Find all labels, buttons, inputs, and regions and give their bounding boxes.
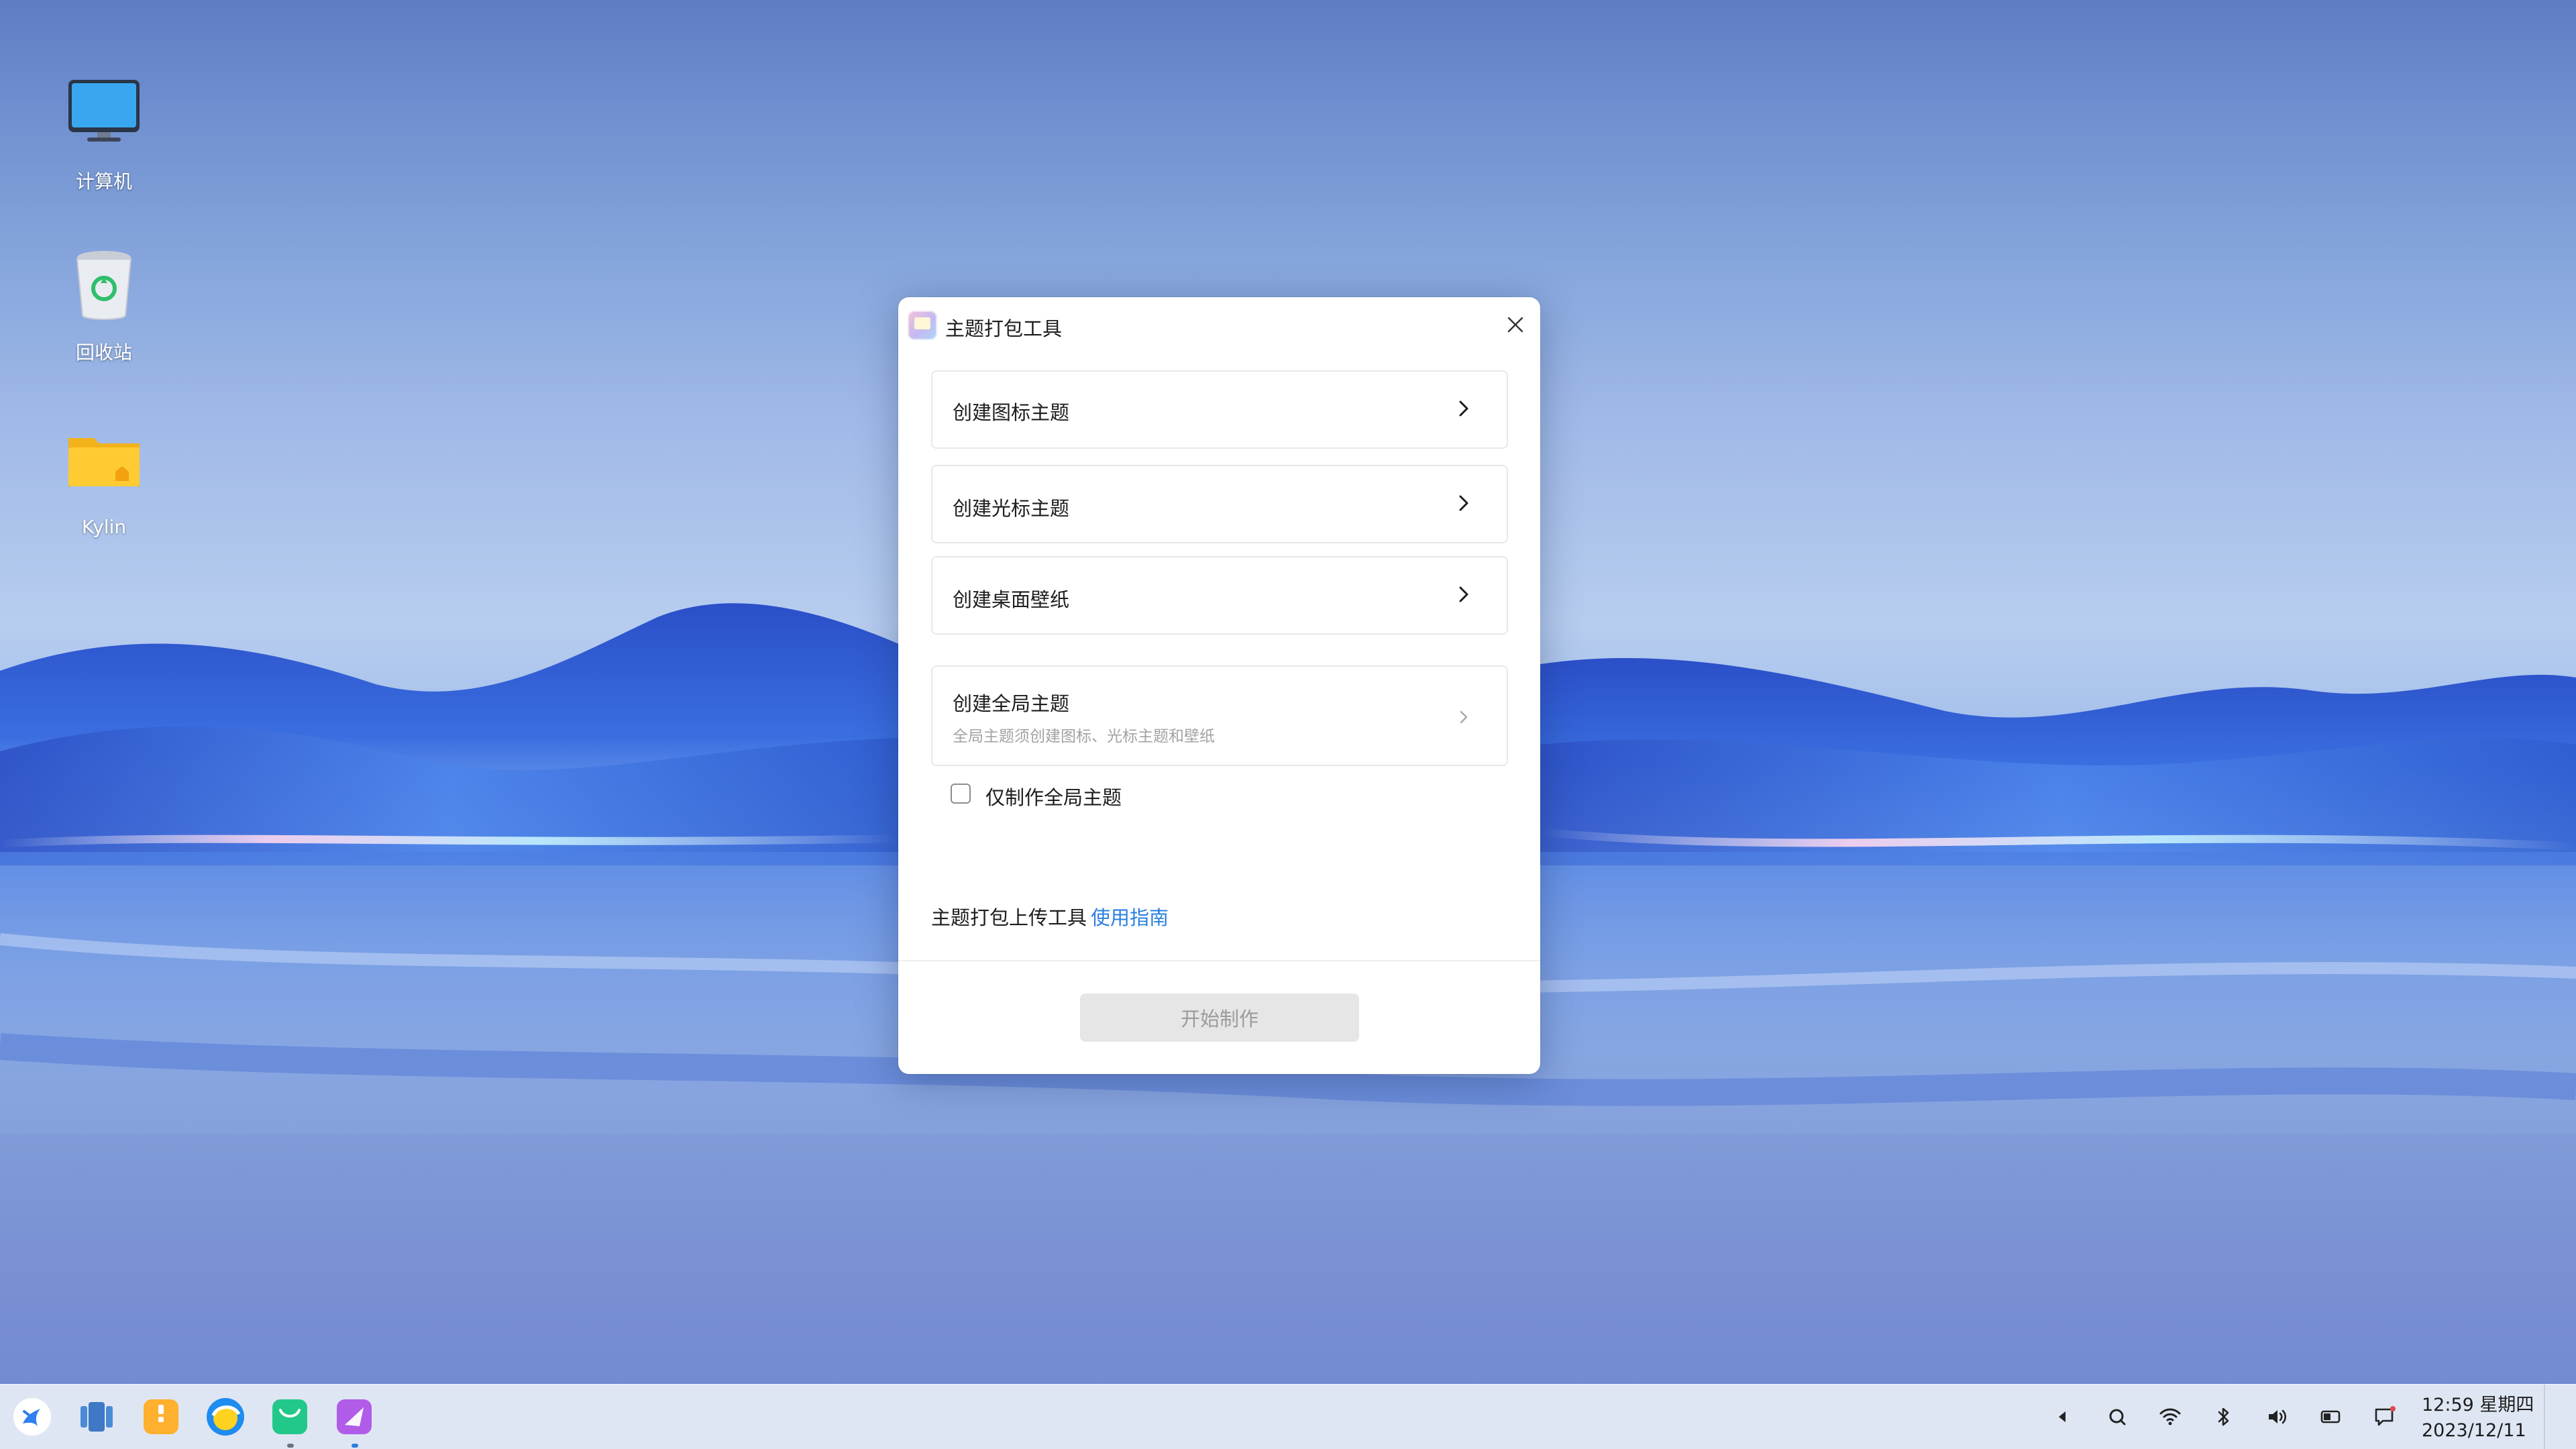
upload-tool-text: 主题打包上传工具 — [931, 906, 1087, 929]
multitask-view-icon — [80, 1402, 113, 1432]
start-menu-icon — [13, 1398, 51, 1436]
option-label: 创建全局主题 — [953, 692, 1070, 715]
theme-tool-icon — [337, 1399, 372, 1434]
option-create-global-theme[interactable]: 创建全局主题 全局主题须创建图标、光标主题和壁纸 — [931, 665, 1508, 766]
file-manager-icon — [144, 1399, 178, 1434]
chevron-right-icon — [1460, 710, 1468, 724]
chevron-right-icon — [1459, 586, 1468, 602]
theme-tool-button[interactable] — [333, 1395, 376, 1448]
option-label: 创建图标主题 — [953, 401, 1070, 424]
global-only-checkbox[interactable] — [951, 784, 971, 804]
trash-icon — [60, 241, 148, 329]
search-button[interactable] — [2104, 1403, 2131, 1430]
computer-icon — [60, 70, 148, 158]
tray-expand-button[interactable] — [2049, 1403, 2076, 1430]
notification-button[interactable] — [2371, 1403, 2398, 1430]
active-indicator — [352, 1444, 358, 1448]
clock-date: 2023/12/11 — [2422, 1420, 2526, 1441]
option-create-icon-theme[interactable]: 创建图标主题 — [931, 370, 1508, 449]
option-label: 创建桌面壁纸 — [953, 588, 1070, 611]
software-store-button[interactable] — [268, 1395, 311, 1448]
search-icon — [2109, 1409, 2126, 1426]
network-button[interactable] — [2157, 1403, 2184, 1430]
browser-button[interactable] — [204, 1395, 247, 1438]
desktop-icon-trash[interactable]: 回收站 — [37, 241, 171, 389]
notification-icon — [2375, 1406, 2396, 1426]
show-desktop-button[interactable] — [2544, 1385, 2576, 1449]
bluetooth-icon — [2218, 1407, 2229, 1426]
home-folder-icon — [60, 419, 148, 506]
usage-guide-link[interactable]: 使用指南 — [1091, 906, 1169, 929]
desktop-icon-label: 计算机 — [75, 170, 132, 193]
desktop-icon-label: Kylin — [81, 516, 127, 538]
volume-button[interactable] — [2264, 1403, 2291, 1430]
chevron-right-icon — [1459, 495, 1468, 511]
option-label: 创建光标主题 — [953, 497, 1070, 520]
bluetooth-button[interactable] — [2210, 1403, 2237, 1430]
desktop-icon-home-folder[interactable]: Kylin — [37, 419, 171, 567]
upload-tool-row: 主题打包上传工具 使用指南 — [931, 902, 1169, 930]
dialog-titlebar[interactable]: 主题打包工具 — [898, 297, 1540, 351]
desktop-icon-computer[interactable]: 计算机 — [37, 70, 171, 218]
theme-packaging-dialog: 主题打包工具 创建图标主题 创建光标主题 创建桌面壁纸 创建全局主题 全局主题须… — [898, 297, 1540, 1074]
close-icon — [1507, 317, 1523, 333]
dialog-title: 主题打包工具 — [945, 317, 1063, 340]
battery-button[interactable] — [2318, 1403, 2345, 1430]
file-manager-button[interactable] — [140, 1395, 182, 1438]
taskbar: 12:59 星期四 2023/12/11 — [0, 1384, 2576, 1449]
wifi-icon — [2159, 1408, 2181, 1426]
chevron-right-icon — [1459, 400, 1468, 417]
theme-tool-icon — [908, 311, 937, 340]
battery-icon — [2320, 1410, 2341, 1424]
option-create-wallpaper[interactable]: 创建桌面壁纸 — [931, 556, 1508, 635]
start-menu-button[interactable] — [11, 1395, 54, 1438]
checkbox-label: 仅制作全局主题 — [985, 786, 1122, 809]
volume-icon — [2269, 1409, 2287, 1424]
footer-divider — [898, 960, 1540, 961]
option-create-cursor-theme[interactable]: 创建光标主题 — [931, 465, 1508, 543]
start-button[interactable]: 开始制作 — [1080, 994, 1359, 1042]
clock[interactable]: 12:59 星期四 2023/12/11 — [2422, 1393, 2534, 1444]
option-sublabel: 全局主题须创建图标、光标主题和壁纸 — [953, 728, 1215, 745]
software-store-icon — [272, 1399, 307, 1434]
browser-icon — [207, 1398, 244, 1436]
multitask-view-button[interactable] — [75, 1395, 118, 1438]
desktop-icon-label: 回收站 — [75, 341, 132, 364]
arrow-left-icon — [2059, 1411, 2065, 1422]
running-indicator — [287, 1444, 294, 1448]
close-button[interactable] — [1500, 309, 1531, 340]
clock-time: 12:59 星期四 — [2422, 1395, 2534, 1415]
